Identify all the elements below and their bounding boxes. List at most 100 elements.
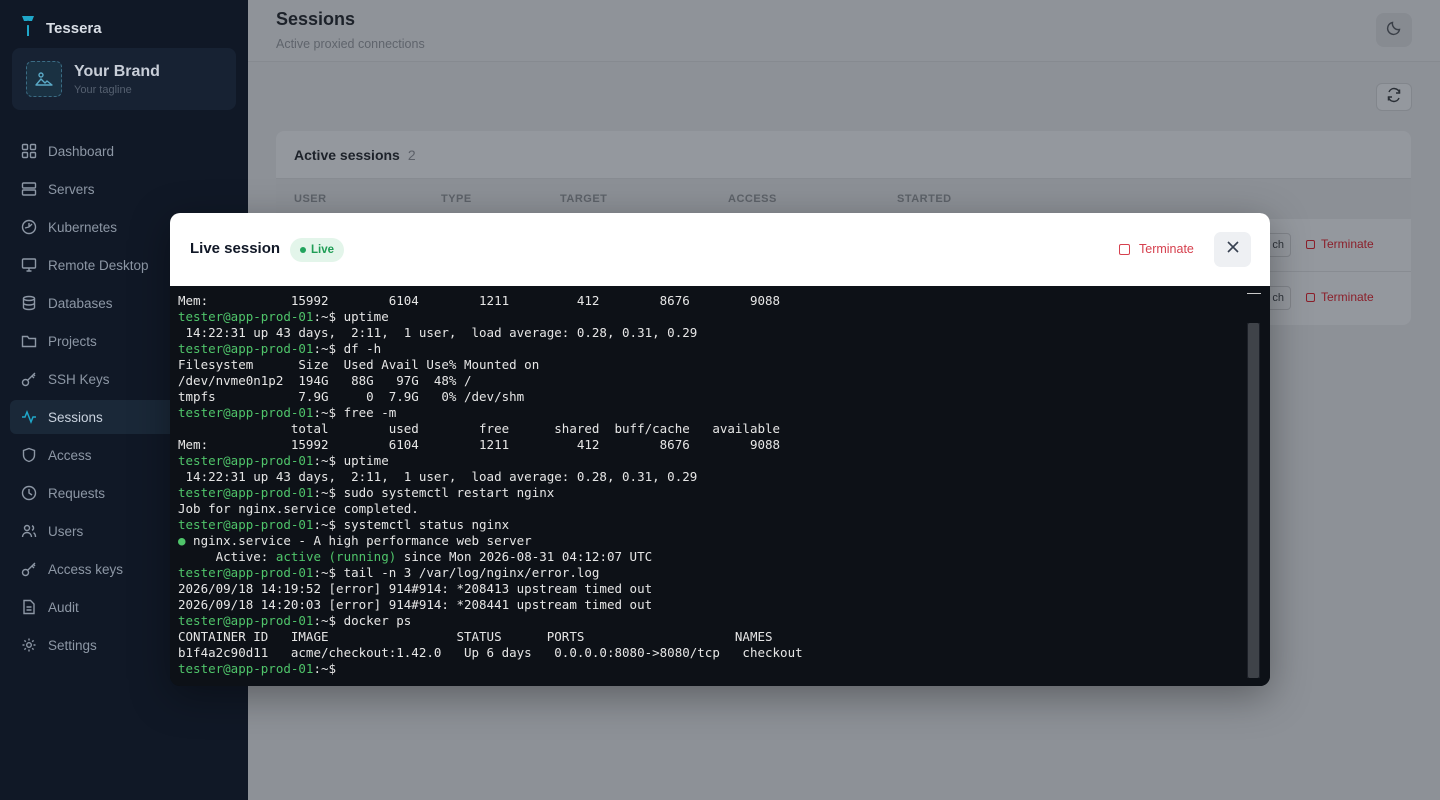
stop-icon: [1306, 239, 1315, 249]
terminal-line: ● nginx.service - A high performance web…: [178, 533, 803, 549]
terminal-line: Active: active (running) since Mon 2026-…: [178, 549, 803, 565]
sidebar-item-label: Audit: [48, 599, 79, 615]
terminal-line: CONTAINER ID IMAGE STATUS PORTS NAMES: [178, 629, 803, 645]
gear-icon: [20, 636, 38, 654]
terminal-text: :~$ tail -n 3 /var/log/nginx/error.log: [313, 565, 600, 580]
terminal-line: tmpfs 7.9G 0 7.9G 0% /dev/shm: [178, 389, 803, 405]
folder-icon: [20, 332, 38, 350]
terminal-text: tmpfs 7.9G 0 7.9G 0% /dev/shm: [178, 389, 525, 404]
card-title: Active sessions: [294, 146, 400, 163]
modal-header: Live session Live Terminate: [170, 213, 1270, 286]
modal-terminate-button[interactable]: Terminate: [1119, 242, 1194, 256]
terminal-prompt: tester@app-prod-01: [178, 453, 314, 468]
shield-icon: [20, 446, 38, 464]
terminal-line: tester@app-prod-01:~$: [178, 661, 803, 677]
terminal-line: 2026/09/18 14:19:52 [error] 914#914: *20…: [178, 581, 803, 597]
terminal-line: total used free shared buff/cache availa…: [178, 421, 803, 437]
users-icon: [20, 522, 38, 540]
sidebar-item-label: SSH Keys: [48, 371, 110, 387]
terminal-line: 14:22:31 up 43 days, 2:11, 1 user, load …: [178, 325, 803, 341]
sidebar-item-label: Users: [48, 523, 84, 539]
terminate-button[interactable]: Terminate: [1306, 290, 1374, 304]
modal-title: Live session: [190, 240, 281, 257]
live-status-badge: Live: [290, 238, 345, 262]
app-title[interactable]: Tessera: [18, 14, 102, 43]
terminate-label: Terminate: [1321, 237, 1374, 251]
column-target[interactable]: TARGET: [560, 193, 607, 205]
terminal-text: 14:22:31 up 43 days, 2:11, 1 user, load …: [178, 469, 698, 484]
terminal-line: b1f4a2c90d11 acme/checkout:1.42.0 Up 6 d…: [178, 645, 803, 661]
terminal-text: b1f4a2c90d11 acme/checkout:1.42.0 Up 6 d…: [178, 645, 803, 660]
live-badge-label: Live: [311, 244, 335, 256]
column-access[interactable]: ACCESS: [728, 193, 777, 205]
terminal-line: tester@app-prod-01:~$ tail -n 3 /var/log…: [178, 565, 803, 581]
sidebar-item-label: Sessions: [48, 409, 103, 425]
terminate-button[interactable]: Terminate: [1306, 237, 1374, 251]
column-user[interactable]: USER: [294, 193, 327, 205]
terminal-text: :~$ df -h: [313, 341, 382, 356]
tessera-logo-icon: [18, 14, 38, 43]
sidebar-item-dashboard[interactable]: Dashboard: [10, 134, 238, 168]
terminal-text: Filesystem Size Used Avail Use% Mounted …: [178, 357, 540, 372]
page-title: Sessions: [276, 9, 356, 29]
page-header: Sessions Active proxied connections: [248, 0, 1440, 62]
live-session-modal: Live session Live Terminate Mem: 15992 6…: [170, 213, 1270, 686]
terminal-text: :~$ systemctl status nginx: [313, 517, 510, 532]
terminal-text: :~$ uptime: [313, 309, 389, 324]
terminal-text: ●: [178, 533, 186, 548]
theme-toggle-button[interactable]: [1376, 13, 1412, 47]
sidebar-item-label: Kubernetes: [48, 219, 118, 235]
refresh-button[interactable]: [1376, 83, 1412, 111]
activity-icon: [20, 408, 38, 426]
terminal-line: tester@app-prod-01:~$ df -h: [178, 341, 803, 357]
key-icon: [20, 560, 38, 578]
sidebar-item-label: Requests: [48, 485, 106, 501]
terminal-text: total used free shared buff/cache availa…: [178, 421, 781, 436]
terminal-line: Filesystem Size Used Avail Use% Mounted …: [178, 357, 803, 373]
terminal-prompt: tester@app-prod-01: [178, 613, 314, 628]
close-button[interactable]: [1214, 232, 1251, 267]
sidebar-item-servers[interactable]: Servers: [10, 172, 238, 206]
terminal-prompt: tester@app-prod-01: [178, 485, 314, 500]
terminal-text: 2026/09/18 14:19:52 [error] 914#914: *20…: [178, 581, 653, 596]
scrollbar-thumb[interactable]: [1248, 323, 1259, 678]
sidebar-item-label: Access keys: [48, 561, 124, 577]
stop-icon: [1306, 292, 1315, 302]
terminal-prompt: tester@app-prod-01: [178, 341, 314, 356]
terminal-text: /dev/nvme0n1p2 194G 88G 97G 48% /: [178, 373, 472, 388]
terminal-line: Mem: 15992 6104 1211 412 8676 9088: [178, 437, 803, 453]
terminal[interactable]: Mem: 15992 6104 1211 412 8676 9088 tester…: [170, 286, 1270, 686]
sidebar-item-label: Servers: [48, 181, 95, 197]
app-name: Tessera: [46, 20, 102, 37]
brand-card[interactable]: Your Brand Your tagline: [12, 48, 236, 110]
column-type[interactable]: TYPE: [441, 193, 472, 205]
moon-icon: [1386, 20, 1402, 41]
key-icon: [20, 370, 38, 388]
database-icon: [20, 294, 38, 312]
file-icon: [20, 598, 38, 616]
scrollbar-arrow[interactable]: [1247, 293, 1261, 294]
terminal-line: Job for nginx.service completed.: [178, 501, 803, 517]
terminal-text: active (running): [275, 549, 397, 564]
terminal-prompt: tester@app-prod-01: [178, 565, 314, 580]
terminal-text: since Mon 2026-08-31 04:12:07 UTC: [396, 549, 653, 564]
grid-icon: [20, 142, 38, 160]
sidebar-item-label: Access: [48, 447, 92, 463]
helm-icon: [20, 218, 38, 236]
terminal-text: nginx.service - A high performance web s…: [185, 533, 532, 548]
sidebar-item-label: Databases: [48, 295, 113, 311]
terminal-line: 2026/09/18 14:20:03 [error] 914#914: *20…: [178, 597, 803, 613]
column-started[interactable]: STARTED: [897, 193, 952, 205]
stop-icon: [1119, 243, 1130, 255]
terminal-text: Job for nginx.service completed.: [178, 501, 419, 516]
terminal-text: 2026/09/18 14:20:03 [error] 914#914: *20…: [178, 597, 653, 612]
terminal-text: :~$: [313, 661, 337, 676]
terminal-prompt: tester@app-prod-01: [178, 309, 314, 324]
terminal-output: Mem: 15992 6104 1211 412 8676 9088 tester…: [178, 293, 803, 677]
terminate-label: Terminate: [1321, 290, 1374, 304]
refresh-icon: [1386, 87, 1402, 108]
close-icon: [1226, 240, 1240, 259]
terminal-prompt: tester@app-prod-01: [178, 405, 314, 420]
terminal-line: tester@app-prod-01:~$ free -m: [178, 405, 803, 421]
terminal-line: 14:22:31 up 43 days, 2:11, 1 user, load …: [178, 469, 803, 485]
